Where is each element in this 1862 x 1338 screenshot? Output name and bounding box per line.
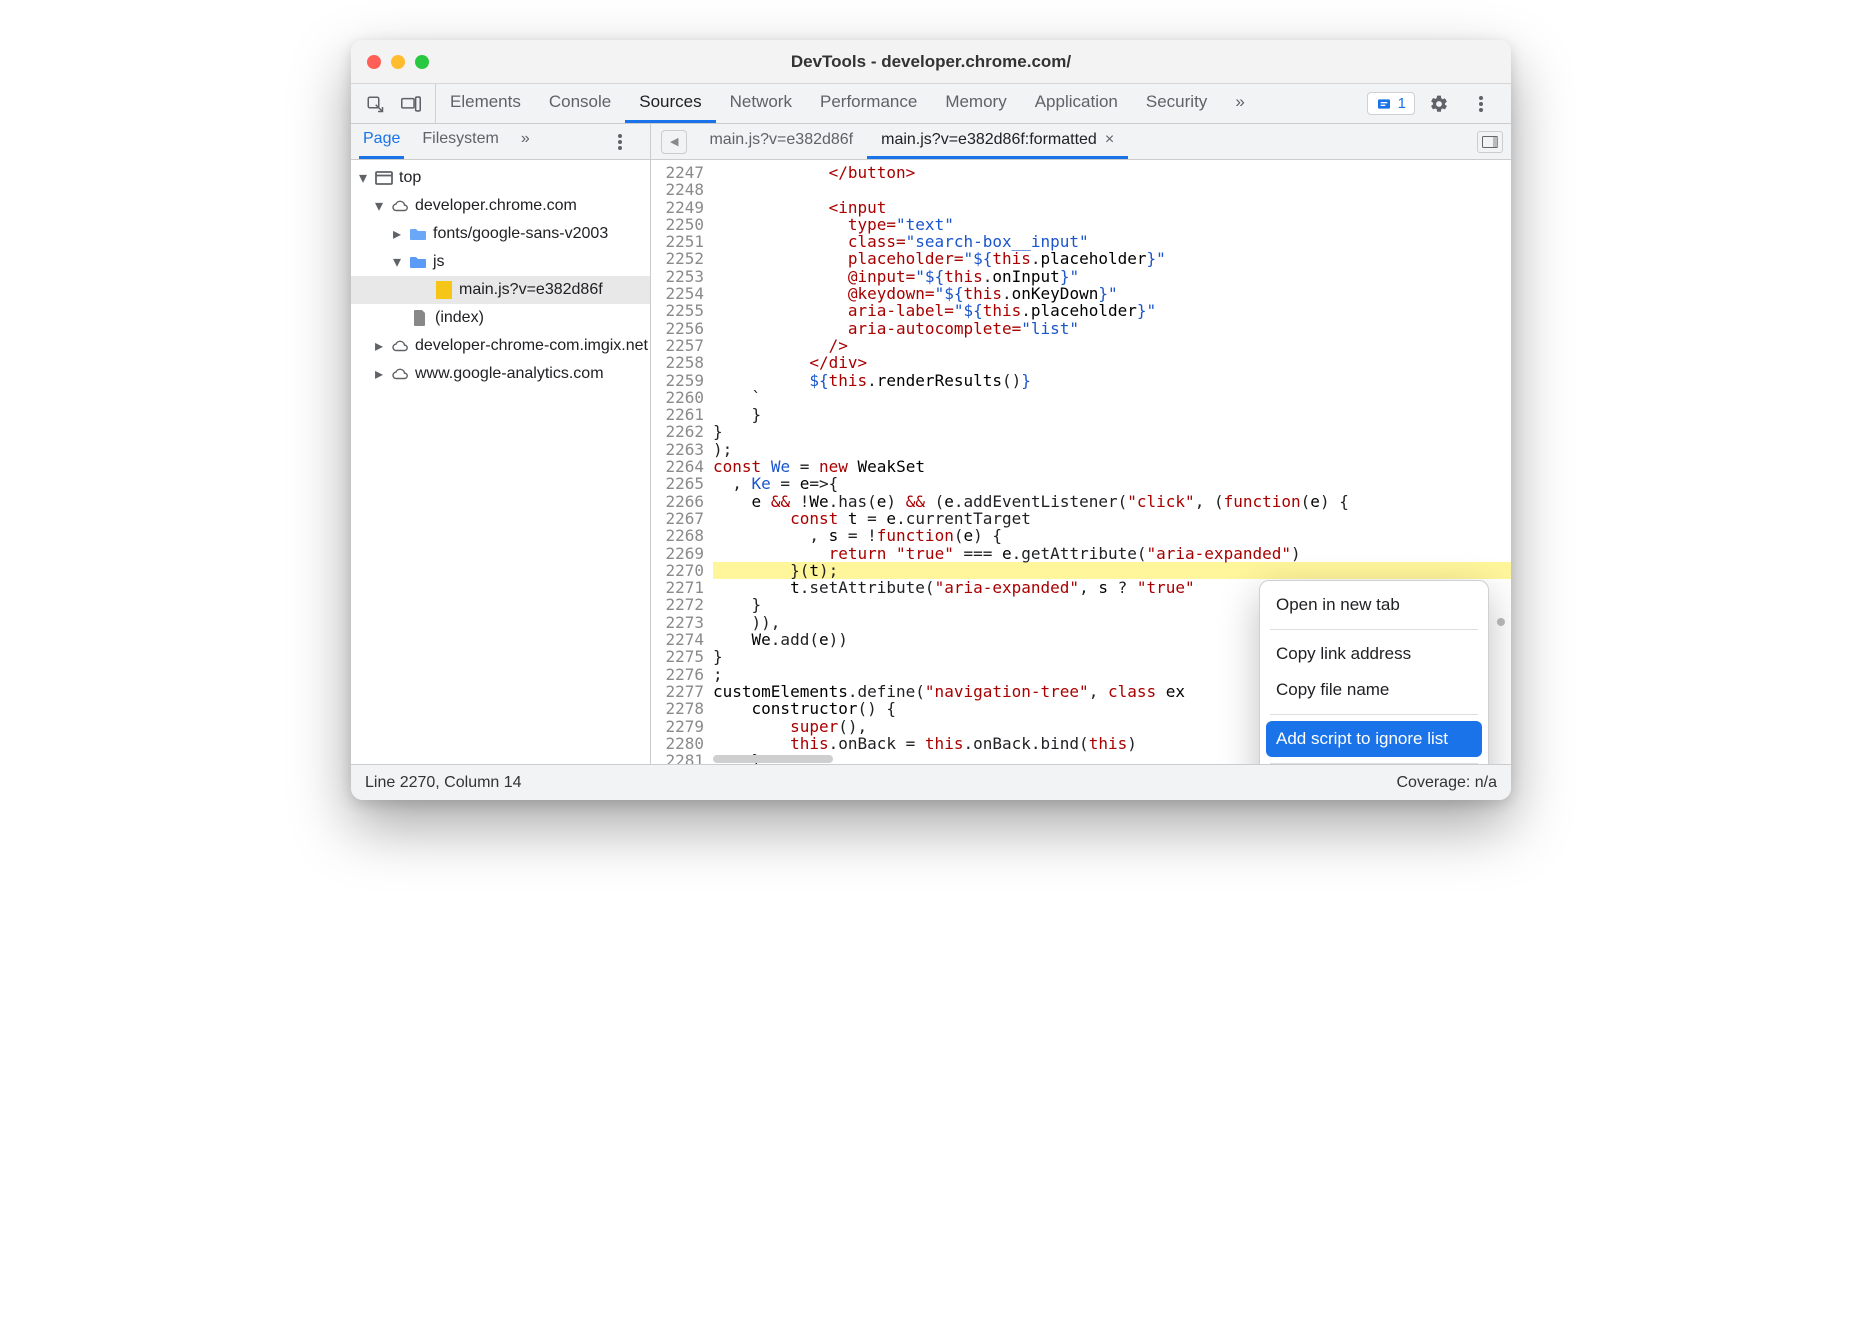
ctx-separator <box>1270 763 1478 764</box>
main-tab-memory[interactable]: Memory <box>931 84 1020 123</box>
editor-code-area[interactable]: 2247224822492250225122522253225422552256… <box>651 160 1511 764</box>
tree-js-label: js <box>433 253 445 271</box>
workspace: Page Filesystem » ▾ top ▾ developer.chro… <box>351 124 1511 764</box>
kebab-menu-icon[interactable] <box>1463 88 1499 120</box>
window-title: DevTools - developer.chrome.com/ <box>351 52 1511 72</box>
status-cursor-position: Line 2270, Column 14 <box>365 774 522 792</box>
ctx-separator <box>1270 629 1478 630</box>
tree-folder-js[interactable]: ▾ js <box>351 248 650 276</box>
ctx-separator <box>1270 714 1478 715</box>
ctx-add-ignore-list[interactable]: Add script to ignore list <box>1266 721 1482 757</box>
main-tab-elements[interactable]: Elements <box>436 84 535 123</box>
titlebar: DevTools - developer.chrome.com/ <box>351 40 1511 84</box>
editor-tab-0[interactable]: main.js?v=e382d86f <box>695 124 867 159</box>
tree-imgix-label: developer-chrome-com.imgix.net <box>415 337 648 355</box>
main-tabs-overflow[interactable]: » <box>1221 84 1258 123</box>
cloud-icon <box>391 365 409 383</box>
chevron-down-icon: ▾ <box>357 172 369 184</box>
tree-index-label: (index) <box>435 309 484 327</box>
sidebar-tab-filesystem[interactable]: Filesystem <box>418 124 502 159</box>
line-number-gutter: 2247224822492250225122522253225422552256… <box>651 160 713 764</box>
editor-tabbar: ◀ main.js?v=e382d86f main.js?v=e382d86f:… <box>651 124 1511 160</box>
main-tab-performance[interactable]: Performance <box>806 84 931 123</box>
main-tab-sources[interactable]: Sources <box>625 84 715 123</box>
sources-sidebar: Page Filesystem » ▾ top ▾ developer.chro… <box>351 124 651 764</box>
status-coverage: Coverage: n/a <box>1396 774 1497 792</box>
expand-panel-icon[interactable] <box>1477 131 1503 153</box>
main-tabbar: ElementsConsoleSourcesNetworkPerformance… <box>351 84 1511 124</box>
tree-host-ga[interactable]: ▸ www.google-analytics.com <box>351 360 650 388</box>
chevron-right-icon: ▸ <box>391 228 403 240</box>
chevron-left-icon: ◀ <box>670 135 678 148</box>
settings-icon[interactable] <box>1421 88 1457 120</box>
window-shell: DevTools - developer.chrome.com/ Element… <box>351 40 1511 800</box>
sidebar-kebab-icon[interactable] <box>618 134 642 150</box>
window-minimize-button[interactable] <box>391 55 405 69</box>
ctx-copy-link-address[interactable]: Copy link address <box>1266 636 1482 672</box>
close-icon[interactable]: × <box>1105 131 1114 149</box>
main-tab-security[interactable]: Security <box>1132 84 1221 123</box>
main-tab-application[interactable]: Application <box>1021 84 1132 123</box>
tree-fonts-label: fonts/google-sans-v2003 <box>433 225 608 243</box>
window-maximize-button[interactable] <box>415 55 429 69</box>
window-close-button[interactable] <box>367 55 381 69</box>
tree-file-main[interactable]: main.js?v=e382d86f <box>351 276 650 304</box>
editor-tab-1-label: main.js?v=e382d86f:formatted <box>881 131 1097 149</box>
issues-badge[interactable]: 1 <box>1367 92 1415 115</box>
main-tab-network[interactable]: Network <box>716 84 806 123</box>
js-file-icon <box>435 281 453 299</box>
tree-top-label: top <box>399 169 421 187</box>
frame-icon <box>375 169 393 187</box>
tree-host-label: developer.chrome.com <box>415 197 577 215</box>
cloud-icon <box>391 197 409 215</box>
ctx-open-new-tab[interactable]: Open in new tab <box>1266 587 1482 623</box>
sidebar-tabbar: Page Filesystem » <box>351 124 650 160</box>
sidebar-tabs-overflow[interactable]: » <box>517 124 534 159</box>
editor-tab-0-label: main.js?v=e382d86f <box>709 131 853 149</box>
document-icon <box>411 309 429 327</box>
folder-open-icon <box>409 253 427 271</box>
tree-top[interactable]: ▾ top <box>351 164 650 192</box>
chevron-right-icon: ▸ <box>373 340 385 352</box>
device-toolbar-icon[interactable] <box>393 88 429 120</box>
sidebar-tab-page[interactable]: Page <box>359 124 404 159</box>
ctx-copy-file-name[interactable]: Copy file name <box>1266 672 1482 708</box>
editor-panel: ◀ main.js?v=e382d86f main.js?v=e382d86f:… <box>651 124 1511 764</box>
tree-ga-label: www.google-analytics.com <box>415 365 604 383</box>
chevron-right-icon: ▸ <box>373 368 385 380</box>
status-bar: Line 2270, Column 14 Coverage: n/a <box>351 764 1511 800</box>
chevron-down-icon: ▾ <box>373 200 385 212</box>
tree-host-imgix[interactable]: ▸ developer-chrome-com.imgix.net <box>351 332 650 360</box>
editor-tab-1[interactable]: main.js?v=e382d86f:formatted × <box>867 124 1128 159</box>
context-menu: Open in new tab Copy link address Copy f… <box>1259 580 1489 764</box>
folder-icon <box>409 225 427 243</box>
tree-folder-fonts[interactable]: ▸ fonts/google-sans-v2003 <box>351 220 650 248</box>
traffic-lights <box>351 55 429 69</box>
file-tree[interactable]: ▾ top ▾ developer.chrome.com ▸ fonts/goo… <box>351 160 650 764</box>
tree-main-label: main.js?v=e382d86f <box>459 281 603 299</box>
vertical-scrollbar[interactable] <box>1497 166 1507 758</box>
issues-count: 1 <box>1398 95 1406 112</box>
main-tab-console[interactable]: Console <box>535 84 625 123</box>
chevron-down-icon: ▾ <box>391 256 403 268</box>
tree-host[interactable]: ▾ developer.chrome.com <box>351 192 650 220</box>
editor-history-back[interactable]: ◀ <box>661 130 687 154</box>
cloud-icon <box>391 337 409 355</box>
element-picker-icon[interactable] <box>357 88 393 120</box>
tree-file-index[interactable]: (index) <box>351 304 650 332</box>
